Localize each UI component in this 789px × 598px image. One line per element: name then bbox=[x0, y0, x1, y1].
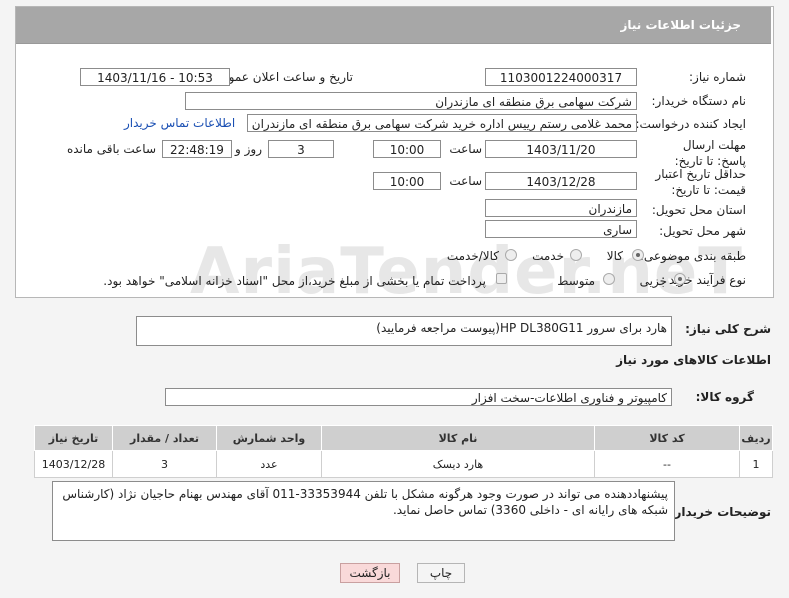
cell-name: هارد دیسک bbox=[321, 450, 595, 478]
validity-label: حداقل تاریخ اعتبار قیمت: تا تاریخ: bbox=[655, 167, 746, 197]
table-row: 1 -- هارد دیسک عدد 3 1403/12/28 bbox=[34, 450, 773, 478]
page-title: جزئیات اطلاعات نیاز bbox=[620, 18, 741, 32]
back-button[interactable]: بازگشت bbox=[340, 563, 400, 583]
process-medium-label: متوسط bbox=[557, 274, 595, 288]
print-button[interactable]: چاپ bbox=[417, 563, 465, 583]
process-minor-radio[interactable] bbox=[674, 273, 686, 285]
process-medium-radio[interactable] bbox=[603, 273, 615, 285]
province-field: مازندران bbox=[485, 199, 637, 217]
treasury-payment-checkbox[interactable] bbox=[496, 273, 507, 284]
goods-table: ردیف کد کالا نام کالا واحد شمارش تعداد /… bbox=[34, 425, 773, 478]
treasury-payment-note: پرداخت تمام یا بخشی از مبلغ خرید،از محل … bbox=[103, 274, 486, 288]
creator-label: ایجاد کننده درخواست: bbox=[635, 117, 746, 131]
goods-group-label: گروه کالا: bbox=[695, 390, 754, 404]
deadline-date-field: 1403/11/20 bbox=[485, 140, 637, 158]
creator-field: محمد غلامی رستم رییس اداره خرید شرکت سها… bbox=[247, 114, 637, 132]
city-label: شهر محل تحویل: bbox=[659, 224, 746, 238]
need-number-field: 1103001224000317 bbox=[485, 68, 637, 86]
description-label: شرح کلی نیاز: bbox=[685, 322, 771, 336]
need-number-label: شماره نیاز: bbox=[689, 70, 746, 84]
col-unit: واحد شمارش bbox=[216, 425, 322, 451]
cell-unit: عدد bbox=[216, 450, 322, 478]
category-goods-service-radio[interactable] bbox=[505, 249, 517, 261]
goods-table-header: ردیف کد کالا نام کالا واحد شمارش تعداد /… bbox=[34, 425, 773, 451]
days-label: روز و bbox=[235, 142, 262, 156]
buyer-notes-field: پیشنهاددهنده می تواند در صورت وجود هرگون… bbox=[52, 481, 675, 541]
validity-time-label: ساعت bbox=[449, 174, 482, 188]
cell-qty: 3 bbox=[112, 450, 217, 478]
category-goods-service-label: کالا/خدمت bbox=[446, 249, 499, 263]
col-name: نام کالا bbox=[321, 425, 595, 451]
col-row: ردیف bbox=[739, 425, 773, 451]
col-date: تاریخ نیاز bbox=[34, 425, 113, 451]
remaining-label: ساعت باقی مانده bbox=[66, 142, 156, 156]
deadline-label: مهلت ارسال پاسخ: تا تاریخ: bbox=[674, 138, 746, 168]
process-minor-label: جزیی bbox=[639, 274, 667, 288]
description-field: هارد برای سرور HP DL380G11(پیوست مراجعه … bbox=[136, 316, 672, 346]
deadline-time-field: 10:00 bbox=[373, 140, 441, 158]
cell-row: 1 bbox=[739, 450, 773, 478]
buyer-field: شرکت سهامی برق منطقه ای مازندران bbox=[185, 92, 637, 110]
category-goods-radio[interactable] bbox=[632, 249, 644, 261]
goods-group-field: کامپیوتر و فناوری اطلاعات-سخت افزار bbox=[165, 388, 672, 406]
buyer-contact-link[interactable]: اطلاعات تماس خریدار bbox=[124, 116, 235, 130]
category-service-radio[interactable] bbox=[570, 249, 582, 261]
cell-date: 1403/12/28 bbox=[34, 450, 113, 478]
cell-code: -- bbox=[594, 450, 740, 478]
buyer-label: نام دستگاه خریدار: bbox=[651, 94, 747, 108]
category-service-label: خدمت bbox=[532, 249, 564, 263]
validity-date-field: 1403/12/28 bbox=[485, 172, 637, 190]
announce-field: 1403/11/16 - 10:53 bbox=[80, 68, 230, 86]
category-label: طبقه بندی موضوعی: bbox=[639, 249, 746, 263]
goods-section-title: اطلاعات کالاهای مورد نیاز bbox=[616, 353, 771, 367]
province-label: استان محل تحویل: bbox=[651, 203, 746, 217]
category-goods-label: کالا bbox=[606, 249, 623, 263]
buyer-notes-label: توضیحات خریدار: bbox=[669, 505, 771, 519]
validity-time-field: 10:00 bbox=[373, 172, 441, 190]
city-field: ساری bbox=[485, 220, 637, 238]
deadline-time-label: ساعت bbox=[449, 142, 482, 156]
col-code: کد کالا bbox=[594, 425, 740, 451]
col-qty: تعداد / مقدار bbox=[112, 425, 217, 451]
days-field: 3 bbox=[268, 140, 334, 158]
remaining-time-field: 22:48:19 bbox=[162, 140, 232, 158]
